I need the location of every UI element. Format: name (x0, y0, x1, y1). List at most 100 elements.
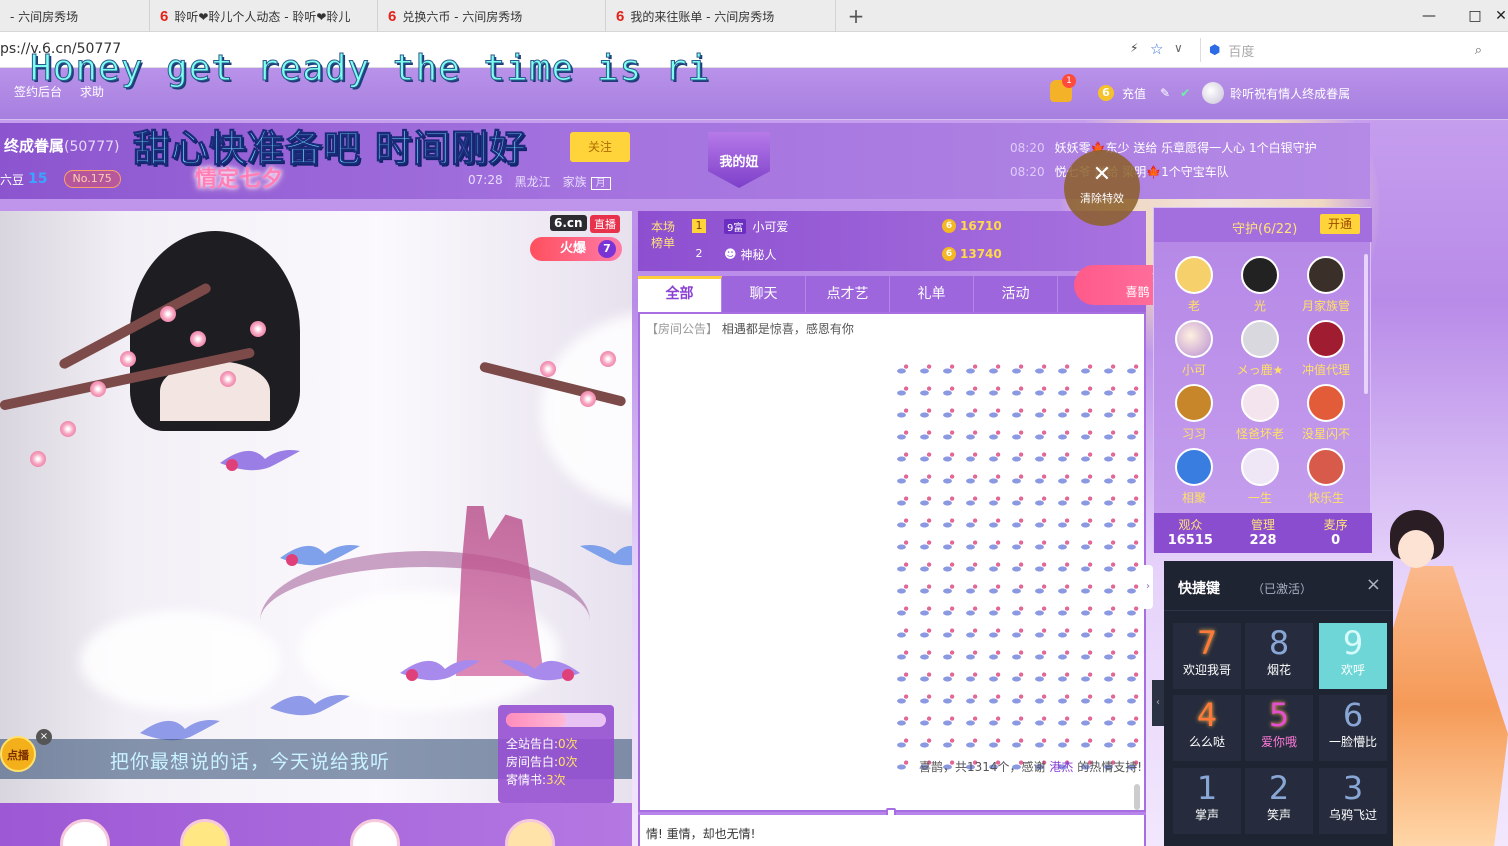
guard-member[interactable]: メっ鹿★ (1230, 320, 1290, 382)
stat-audience[interactable]: 观众 16515 (1154, 513, 1227, 553)
live-time: 07:28 (468, 173, 503, 187)
brand-tag: 6.cn (550, 215, 587, 231)
site-favicon-icon: 6 (616, 7, 625, 25)
guard-member[interactable]: 光 (1230, 256, 1290, 318)
blossom (580, 391, 596, 407)
chat-input-preview[interactable]: 情! 重情，却也无情! (638, 815, 1146, 846)
close-icon: ✕ (1092, 162, 1112, 187)
username[interactable]: 聆听祝有情人终成眷属 (1230, 85, 1350, 102)
guard-scrollbar[interactable] (1364, 254, 1368, 394)
magpie-bird (580, 545, 632, 566)
shortcut-key-6[interactable]: 6 一脸懵比 (1319, 695, 1387, 761)
shortcut-title: 快捷键 (1178, 581, 1220, 597)
recharge-link[interactable]: 充值 (1122, 85, 1146, 102)
dianbo-button[interactable]: 点播 (0, 736, 36, 772)
chevron-right-icon[interactable]: › (1143, 565, 1153, 609)
stat-mic-queue[interactable]: 麦序 0 (1299, 513, 1372, 553)
guard-member[interactable]: 快乐生 (1296, 448, 1356, 510)
edit-icon[interactable]: ✎ (1160, 86, 1170, 100)
lightning-icon[interactable]: ⚡ (1130, 41, 1138, 55)
chat-messages[interactable]: 【房间公告】 相遇都是惊喜，感恩有你 喜鹊，共1314个，感谢 港杰 的热情支持… (638, 312, 1146, 812)
guard-member[interactable]: 冲值代理 (1296, 320, 1356, 382)
tab-all[interactable]: 全部 (638, 276, 722, 312)
blossom (220, 371, 236, 387)
gift-avatar[interactable] (505, 819, 555, 846)
guard-member[interactable]: 月家族管 (1296, 256, 1356, 318)
browser-tab[interactable]: 6 我的来往账单 - 六间房秀场 (606, 0, 836, 32)
maximize-icon[interactable]: □ (1452, 0, 1498, 32)
browser-tab[interactable]: 6 兑换六币 - 六间房秀场 (378, 0, 606, 32)
stat-admin[interactable]: 管理 228 (1227, 513, 1300, 553)
rank-row[interactable]: 2 ☻ 神秘人 6 13740 (692, 241, 1152, 267)
family-label: 家族 (562, 175, 587, 189)
tab-chat[interactable]: 聊天 (722, 276, 806, 312)
shortcut-key-3[interactable]: 3 乌鸦飞过 (1319, 768, 1387, 834)
gift-avatar[interactable] (350, 819, 400, 846)
shortcut-key-8[interactable]: 8 烟花 (1245, 623, 1313, 689)
host-beans: 六豆 15 No.175 (0, 170, 121, 188)
new-tab-button[interactable]: + (836, 0, 876, 32)
rank-user-name[interactable]: 神秘人 (741, 246, 777, 263)
star-icon[interactable]: ☆ (1150, 40, 1163, 58)
tab-gifts[interactable]: 礼单 (890, 276, 974, 312)
site-favicon-icon: 6 (388, 7, 397, 25)
follow-button[interactable]: 关注 (570, 132, 630, 162)
tab-events[interactable]: 活动 (974, 276, 1058, 312)
close-window-icon[interactable]: ✕ (1494, 0, 1508, 32)
browser-tab[interactable]: 6 聆听❤聆儿个人动态 - 聆听❤聆儿 (150, 0, 378, 32)
dianbo-close-icon[interactable]: × (36, 729, 52, 745)
gift-feed-row: 08:20 妖妖零🍁东少 送给 乐章愿得一人心 1个白银守护 (1010, 141, 1317, 155)
user-avatar[interactable] (1202, 82, 1225, 104)
host-meta: 07:28 黑龙江 家族月 (468, 173, 611, 190)
shortcut-collapse-handle[interactable]: ‹ (1152, 680, 1164, 726)
close-icon[interactable]: × (1366, 574, 1381, 595)
search-icon[interactable]: ⌕ (1475, 43, 1482, 58)
magpie-bird (280, 545, 360, 566)
search-box[interactable]: ⬢ 百度 ⌕ (1200, 38, 1490, 62)
guard-open-button[interactable]: 开通 (1320, 214, 1360, 234)
fire-icon: 火爆 7 (530, 237, 622, 261)
tab-title: 兑换六币 - 六间房秀场 (402, 9, 523, 24)
love-progress-bar (506, 713, 606, 727)
chat-scrollbar[interactable] (1134, 784, 1140, 810)
bottom-gift-strip (0, 803, 632, 846)
shortcut-key-2[interactable]: 2 笑声 (1245, 768, 1313, 834)
gift-avatar[interactable] (60, 819, 110, 846)
guard-member[interactable]: 小可 (1164, 320, 1224, 382)
live-tag: 直播 (590, 215, 620, 233)
guard-member[interactable]: 习习 (1164, 384, 1224, 446)
gift-sender-name[interactable]: 港杰 (1049, 760, 1073, 774)
rank-list: 本场榜单 1 9富 小可爱 6 16710 2 ☻ 神秘人 6 13740 (638, 211, 1146, 271)
guard-member[interactable]: 相聚 (1164, 448, 1224, 510)
blossom (60, 421, 76, 437)
guard-member[interactable]: 一生 (1230, 448, 1290, 510)
guard-member[interactable]: 怪爸坏老 (1230, 384, 1290, 446)
guard-member[interactable]: 没星闪不 (1296, 384, 1356, 446)
gift-avatar[interactable] (180, 819, 230, 846)
clear-effect-button[interactable]: ✕ 清除特效 (1064, 150, 1140, 226)
coin-icon: 6 (942, 219, 956, 233)
shortcut-key-4[interactable]: 4 么么哒 (1173, 695, 1241, 761)
blossom (600, 351, 616, 367)
blossom (90, 381, 106, 397)
magpie-bird (500, 660, 580, 681)
guard-member[interactable]: 老 (1164, 256, 1224, 318)
browser-tab[interactable]: - 六间房秀场 (0, 0, 150, 32)
family-badge[interactable]: 月 (590, 177, 611, 190)
mystery-user-icon: ☻ (724, 247, 737, 261)
rank-user-name[interactable]: 小可爱 (752, 218, 788, 235)
magpie-bird (270, 695, 350, 716)
chevron-down-icon[interactable]: ∨ (1174, 41, 1183, 55)
confession-panel: 全站告白:0次 房间告白:0次 寄情书:3次 (498, 705, 614, 803)
shortcut-key-7[interactable]: 7 欢迎我哥 (1173, 623, 1241, 689)
tab-talent[interactable]: 点才艺 (806, 276, 890, 312)
shortcut-key-1[interactable]: 1 掌声 (1173, 768, 1241, 834)
hot-badge[interactable]: 6.cn 直播 火爆 7 (530, 213, 624, 265)
blossom (250, 321, 266, 337)
shortcut-key-5[interactable]: 5 爱你哦 (1245, 695, 1313, 761)
coin-icon: 6 (942, 247, 956, 261)
minimize-icon[interactable]: — (1406, 0, 1452, 32)
magpie-bird (220, 450, 300, 471)
gift-feed: 08:20 妖妖零🍁东少 送给 乐章愿得一人心 1个白银守护 08:20 悦七爷 送… (1010, 136, 1317, 184)
shortcut-key-9[interactable]: 9 欢呼 (1319, 623, 1387, 689)
